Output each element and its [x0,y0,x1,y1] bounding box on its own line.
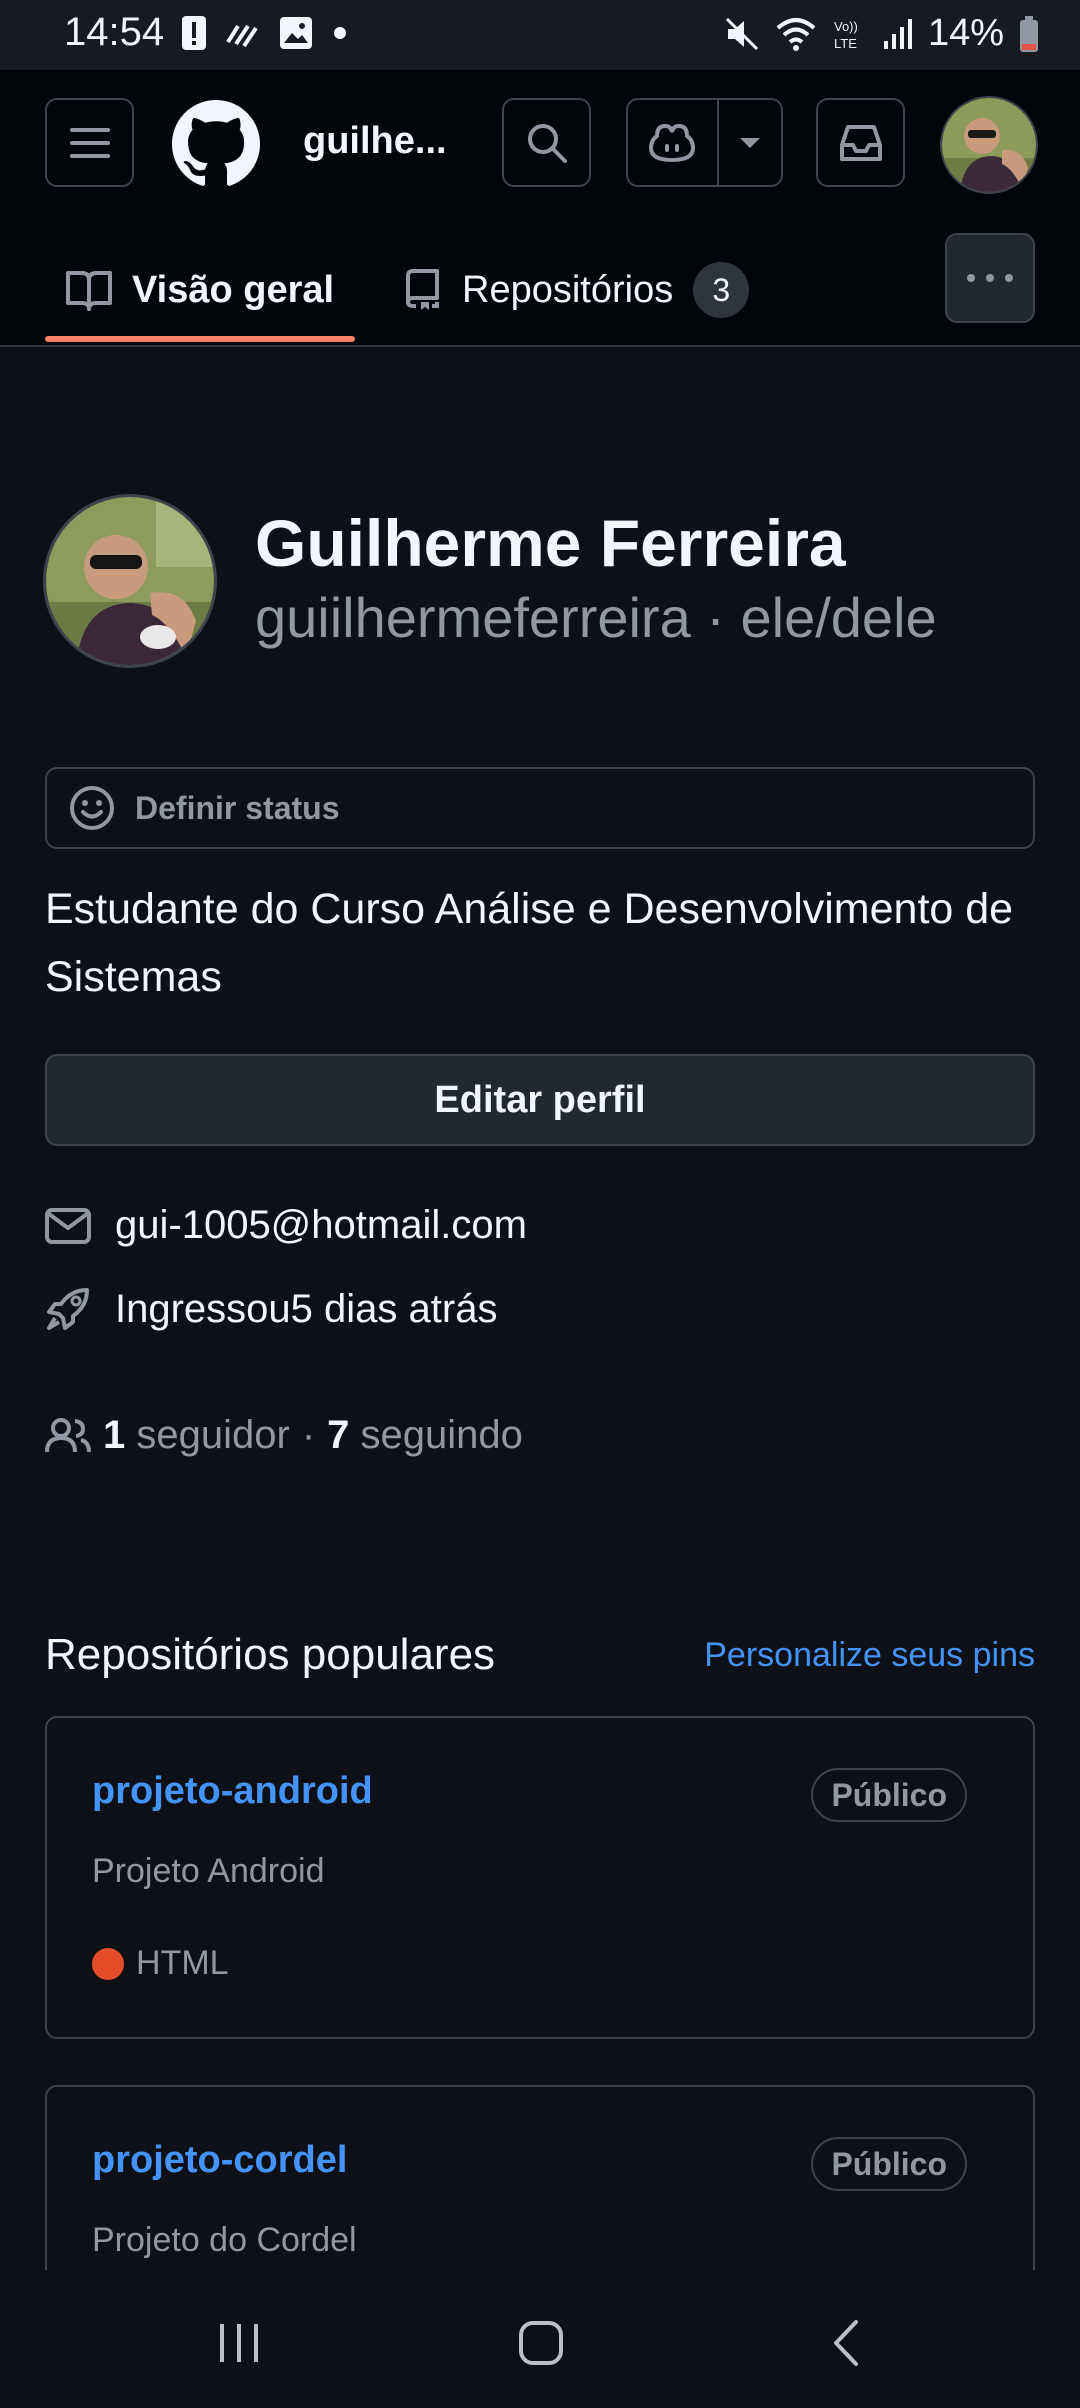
header-avatar[interactable] [940,96,1038,194]
copilot-button[interactable] [628,100,719,185]
status-bar: 14:54 Vo)) LTE 14% [0,0,1080,70]
rocket-icon [47,1288,89,1330]
mail-icon [45,1207,91,1244]
language-color-dot [92,1947,124,1980]
tab-repositories-label: Repositórios [462,268,674,311]
battery-percent: 14% [927,12,1004,54]
profile-avatar[interactable] [43,494,217,668]
svg-text:Vo)): Vo)) [834,19,858,34]
tab-overview[interactable]: Visão geral [66,240,334,340]
repositories-counter: 3 [693,262,750,318]
followers-link[interactable]: 1 seguidor [103,1413,290,1458]
alert-icon [182,16,206,50]
visibility-badge: Público [811,2137,967,2191]
more-options-button[interactable] [945,233,1035,323]
repo-description: Projeto do Cordel [92,2221,357,2259]
repo-card[interactable]: projeto-android Público Projeto Android … [45,1716,1035,2039]
copilot-icon [649,123,696,162]
follow-separator: · [301,1413,316,1457]
status-time: 14:54 [64,10,165,54]
caret-down-icon [739,137,760,148]
repo-name-link[interactable]: projeto-android [92,1770,373,1813]
following-link[interactable]: 7 seguindo [327,1413,523,1458]
book-icon [66,271,112,311]
inbox-button[interactable] [816,98,905,187]
status-right-icons: Vo)) LTE 14% [724,12,1040,55]
recent-apps-icon[interactable] [216,2320,262,2366]
active-tab-indicator [45,336,355,342]
customize-pins-link[interactable]: Personalize seus pins [704,1636,1035,1675]
repo-description: Projeto Android [92,1852,325,1890]
followers-label: seguidor [136,1413,290,1457]
people-icon [45,1417,91,1452]
language-label: HTML [136,1944,229,1982]
profile-name: Guilherme Ferreira [255,506,846,580]
repo-icon [406,269,439,310]
follow-stats: 1 seguidor · 7 seguindo [45,1413,523,1458]
kebab-horizontal-icon [967,274,1013,282]
profile-bio: Estudante do Curso Análise e Desenvolvim… [45,885,1014,1001]
followers-count: 1 [103,1413,126,1457]
visibility-badge: Público [811,1768,967,1822]
email-link[interactable]: gui-1005@hotmail.com [115,1203,527,1248]
wifi-icon [776,17,816,51]
dot-icon [334,27,346,39]
set-status-label: Definir status [135,789,340,826]
search-button[interactable] [502,98,591,187]
following-count: 7 [327,1413,350,1457]
home-icon[interactable] [516,2318,566,2368]
header-username[interactable]: guilhe... [303,120,447,163]
svg-text:LTE: LTE [834,36,857,51]
status-left-icons [180,14,348,52]
copilot-dropdown-button[interactable] [719,100,781,185]
following-label: seguindo [360,1413,523,1457]
battery-icon [1020,15,1038,52]
volte-icon: Vo)) LTE [834,19,858,51]
mute-icon [725,17,758,50]
github-logo-icon [172,100,260,186]
repo-name-link[interactable]: projeto-cordel [92,2139,347,2182]
menu-button[interactable] [45,98,134,187]
edit-profile-button[interactable]: Editar perfil [45,1054,1035,1146]
copilot-button-group [626,98,783,187]
smiley-icon [70,786,114,830]
search-icon [527,123,567,163]
signal-activity-icon [226,24,258,48]
menu-icon [69,127,110,158]
set-status-button[interactable]: Definir status [45,767,1035,849]
profile-handle: guiilhermeferreira · ele/dele [255,586,937,649]
github-logo[interactable] [172,100,260,188]
popular-repos-title: Repositórios populares [45,1630,496,1679]
tab-repositories[interactable]: Repositórios 3 [402,240,750,340]
cell-signal-icon [883,18,912,49]
image-icon [280,17,312,49]
tab-overview-label: Visão geral [132,268,335,311]
joined-text: Ingressou5 dias atrás [115,1286,498,1331]
inbox-icon [839,124,882,161]
system-nav-bar [0,2270,1080,2408]
back-icon[interactable] [826,2318,866,2368]
email-row: gui-1005@hotmail.com [45,1203,527,1248]
repo-language: HTML [92,1944,229,1983]
avatar-image [942,98,1036,192]
profile-avatar-image [46,497,214,665]
joined-row: Ingressou5 dias atrás [45,1286,497,1332]
